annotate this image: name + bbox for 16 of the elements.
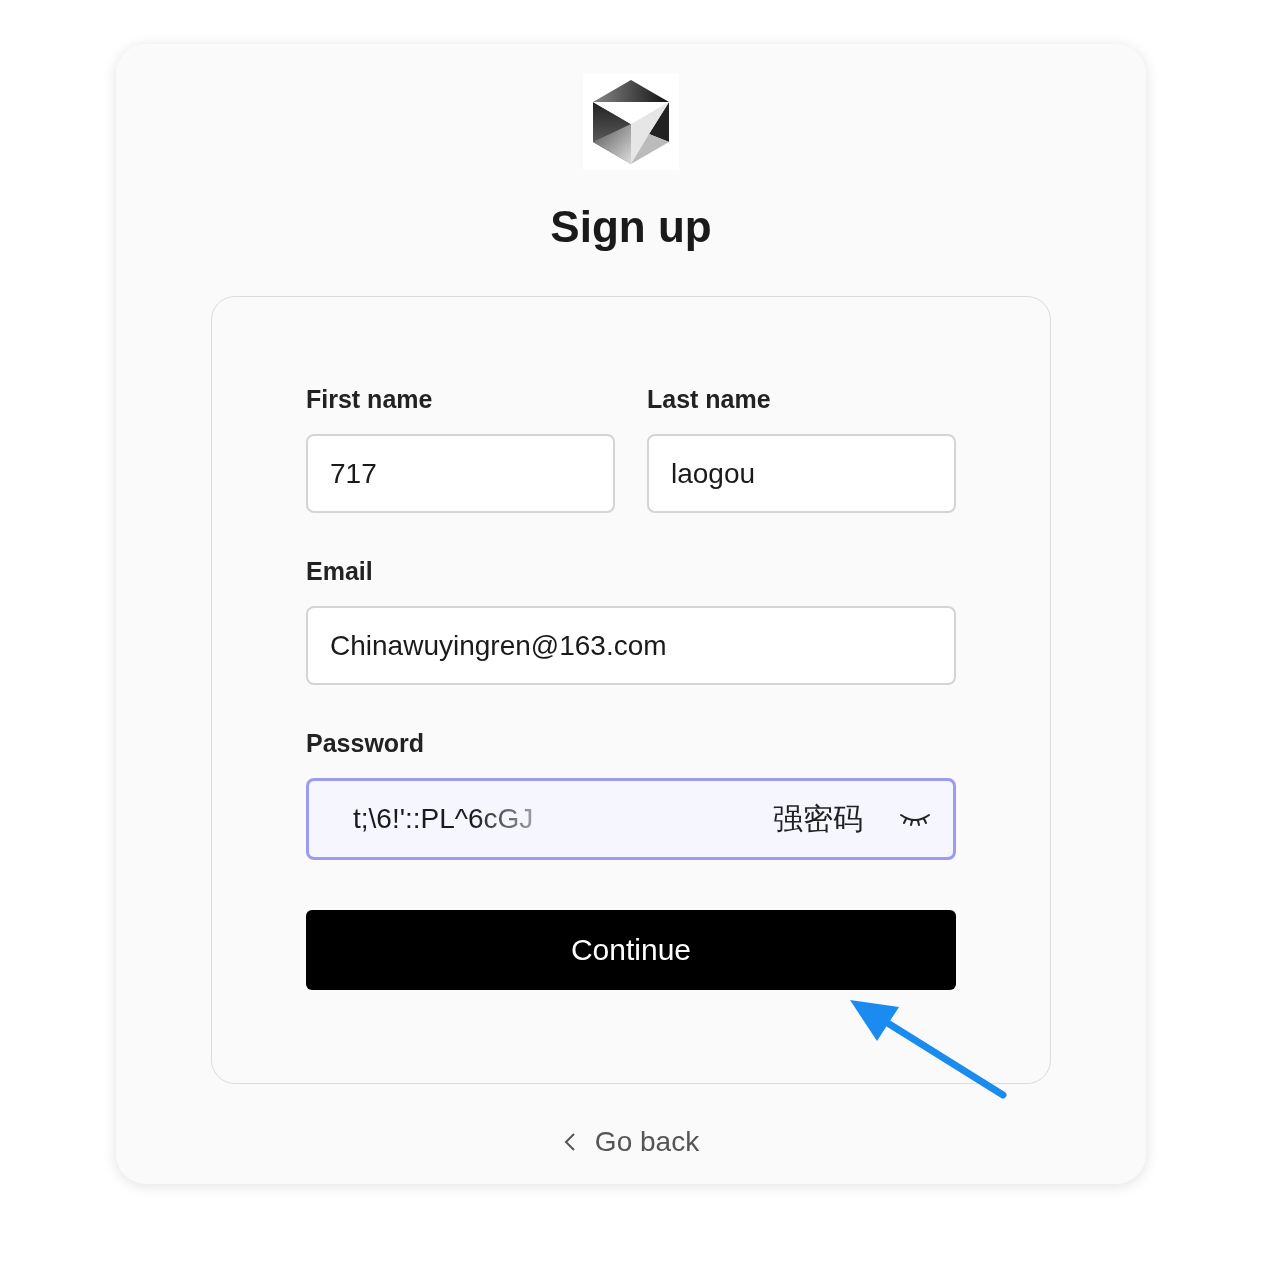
- page-title: Sign up: [550, 202, 712, 252]
- go-back-link[interactable]: Go back: [562, 1126, 700, 1158]
- password-value: t;\6!'::PL^6cGJ: [353, 803, 535, 835]
- email-field[interactable]: Chinawuyingren@163.com: [306, 606, 956, 685]
- field-label: First name: [306, 385, 434, 414]
- input-field[interactable]: laogou: [647, 434, 956, 513]
- password-field[interactable]: t;\6!'::PL^6cGJ 强密码: [306, 778, 956, 860]
- chevron-left-icon: [562, 1132, 577, 1152]
- continue-button[interactable]: Continue: [306, 910, 956, 990]
- input-field[interactable]: 717: [306, 434, 615, 513]
- field-label: Last name: [647, 385, 772, 414]
- field-label: Email: [306, 557, 374, 586]
- strength-label: 强密码: [773, 799, 863, 838]
- closed-eye-icon[interactable]: [899, 811, 931, 827]
- cube-logo-icon: [583, 74, 679, 170]
- field-label: Password: [306, 729, 426, 758]
